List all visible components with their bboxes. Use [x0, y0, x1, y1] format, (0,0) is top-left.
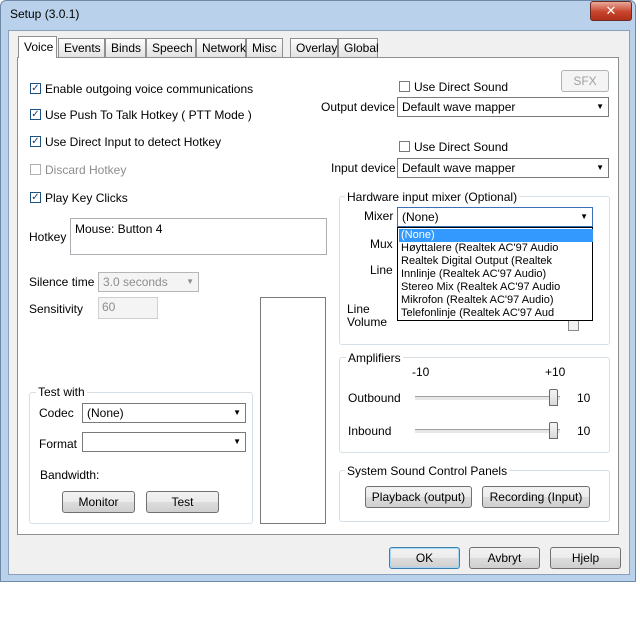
tab-events[interactable]: Events	[58, 38, 105, 57]
line-volume-slider-thumb[interactable]	[568, 320, 579, 331]
mixer-option[interactable]: Telefonlinje (Realtek AC'97 Aud	[399, 307, 593, 320]
recording-input-button[interactable]: Recording (Input)	[482, 486, 590, 508]
input-device-label: Input device	[331, 161, 396, 175]
sound-panels-title: System Sound Control Panels	[345, 464, 510, 478]
title-bar[interactable]	[0, 0, 636, 30]
discard-hotkey-checkbox[interactable]	[30, 164, 41, 175]
window-title: Setup (3.0.1)	[10, 7, 80, 21]
ok-button[interactable]: OK	[389, 547, 460, 569]
direct-input-checkbox[interactable]: ✓	[30, 136, 41, 147]
test-with-title: Test with	[36, 385, 87, 399]
hotkey-field[interactable]: Mouse: Button 4	[70, 218, 327, 255]
tab-voice[interactable]: Voice	[18, 36, 57, 58]
codec-value: (None)	[87, 406, 124, 420]
discard-hotkey-label: Discard Hotkey	[45, 163, 127, 177]
voice-level-meter	[260, 297, 326, 524]
output-device-label: Output device	[321, 100, 396, 114]
test-button[interactable]: Test	[146, 491, 219, 513]
silence-time-select[interactable]: 3.0 seconds ▼	[98, 272, 199, 292]
sensitivity-value: 60	[102, 300, 116, 314]
outbound-slider-thumb[interactable]	[549, 389, 558, 406]
format-label: Format	[39, 437, 78, 451]
silence-time-value: 3.0 seconds	[103, 275, 168, 289]
input-device-select[interactable]: Default wave mapper ▼	[397, 158, 609, 178]
inbound-slider-track[interactable]	[415, 429, 560, 434]
cancel-button[interactable]: Avbryt	[469, 547, 540, 569]
hardware-mixer-title: Hardware input mixer (Optional)	[345, 190, 520, 204]
line-label: Line	[370, 263, 393, 277]
chevron-down-icon: ▼	[186, 277, 194, 286]
tab-misc[interactable]: Misc	[246, 38, 283, 57]
output-direct-sound-label: Use Direct Sound	[414, 80, 509, 94]
push-to-talk-checkbox[interactable]: ✓	[30, 109, 41, 120]
silence-time-label: Silence time	[29, 275, 95, 289]
tab-binds[interactable]: Binds	[105, 38, 146, 57]
close-button[interactable]: ✕	[590, 1, 632, 21]
enable-outgoing-checkbox[interactable]: ✓	[30, 83, 41, 94]
line-volume-label: Line Volume	[347, 302, 388, 329]
chevron-down-icon: ▼	[596, 163, 604, 172]
inbound-value: 10	[577, 424, 591, 438]
input-device-value: Default wave mapper	[402, 161, 516, 175]
playback-output-button[interactable]: Playback (output)	[365, 486, 472, 508]
outbound-label: Outbound	[348, 391, 401, 405]
chevron-down-icon: ▼	[233, 437, 241, 446]
output-direct-sound-checkbox[interactable]	[399, 81, 410, 92]
mixer-value: (None)	[402, 210, 439, 224]
mux-label: Mux	[370, 237, 393, 251]
hotkey-label: Hotkey	[29, 230, 67, 244]
tab-network[interactable]: Network	[196, 38, 246, 57]
chevron-down-icon: ▼	[580, 212, 588, 221]
mixer-label: Mixer	[364, 209, 394, 223]
codec-label: Codec	[39, 406, 74, 420]
mixer-option[interactable]: (None)	[399, 229, 593, 242]
mixer-option[interactable]: Innlinje (Realtek AC'97 Audio)	[399, 268, 593, 281]
close-icon: ✕	[605, 3, 617, 18]
mixer-option[interactable]: Mikrofon (Realtek AC'97 Audio)	[399, 294, 593, 307]
help-button[interactable]: Hjelp	[550, 547, 621, 569]
enable-outgoing-label: Enable outgoing voice communications	[45, 82, 254, 96]
sfx-button[interactable]: SFX	[561, 70, 609, 92]
sensitivity-label: Sensitivity	[29, 302, 84, 316]
tab-speech[interactable]: Speech	[146, 38, 196, 57]
mixer-option[interactable]: Stereo Mix (Realtek AC'97 Audio	[399, 281, 593, 294]
tab-overlay[interactable]: Overlay	[290, 38, 338, 57]
tab-global[interactable]: Global	[338, 38, 379, 57]
chevron-down-icon: ▼	[233, 408, 241, 417]
format-select[interactable]: ▼	[82, 432, 246, 452]
codec-select[interactable]: (None) ▼	[82, 403, 246, 423]
play-key-clicks-checkbox[interactable]: ✓	[30, 192, 41, 203]
outbound-slider-track[interactable]	[415, 396, 560, 401]
push-to-talk-label: Use Push To Talk Hotkey ( PTT Mode )	[45, 108, 252, 122]
mixer-select[interactable]: (None) ▼	[397, 207, 593, 227]
mixer-option[interactable]: Høyttalere (Realtek AC'97 Audio	[399, 242, 593, 255]
input-direct-sound-checkbox[interactable]	[399, 141, 410, 152]
bandwidth-label: Bandwidth:	[40, 468, 100, 482]
direct-input-label: Use Direct Input to detect Hotkey	[45, 135, 222, 149]
amplifiers-group	[339, 357, 610, 453]
mixer-option[interactable]: Realtek Digital Output (Realtek	[399, 255, 593, 268]
output-device-value: Default wave mapper	[402, 100, 516, 114]
monitor-button[interactable]: Monitor	[62, 491, 135, 513]
hotkey-value: Mouse: Button 4	[75, 222, 163, 236]
mixer-dropdown-list: (None) Høyttalere (Realtek AC'97 Audio R…	[397, 227, 593, 321]
amp-max-label: +10	[545, 365, 566, 379]
amplifiers-title: Amplifiers	[346, 351, 403, 365]
amp-min-label: -10	[412, 365, 430, 379]
sensitivity-field[interactable]: 60	[98, 297, 158, 319]
inbound-slider-thumb[interactable]	[549, 422, 558, 439]
outbound-value: 10	[577, 391, 591, 405]
play-key-clicks-label: Play Key Clicks	[45, 191, 128, 205]
chevron-down-icon: ▼	[596, 102, 604, 111]
input-direct-sound-label: Use Direct Sound	[414, 140, 509, 154]
inbound-label: Inbound	[348, 424, 392, 438]
output-device-select[interactable]: Default wave mapper ▼	[397, 97, 609, 117]
